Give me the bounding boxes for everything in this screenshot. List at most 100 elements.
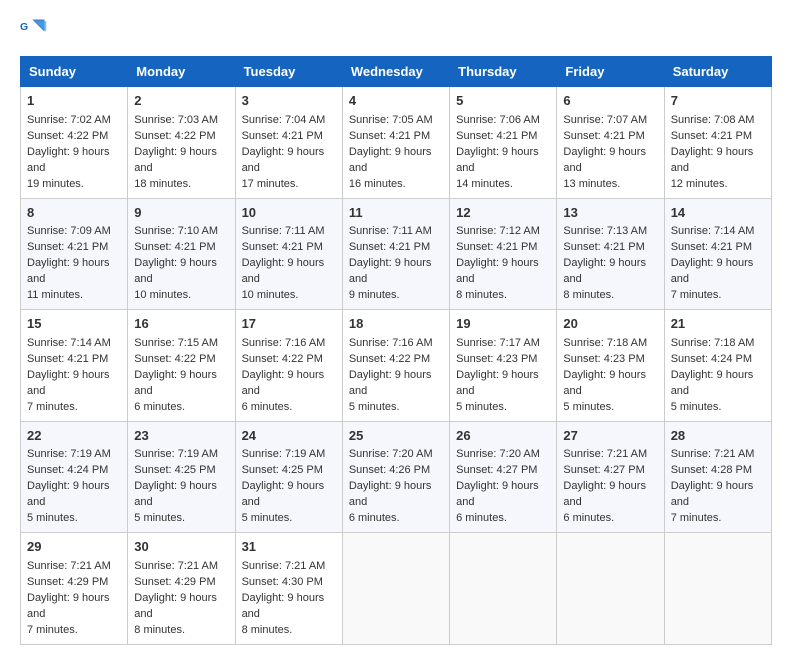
daylight-label: Daylight: 9 hours and6 minutes. — [456, 480, 539, 524]
day-number: 6 — [563, 92, 657, 111]
calendar-cell: 29 Sunrise: 7:21 AM Sunset: 4:29 PM Dayl… — [21, 533, 128, 645]
calendar-cell: 15 Sunrise: 7:14 AM Sunset: 4:21 PM Dayl… — [21, 310, 128, 422]
daylight-label: Daylight: 9 hours and6 minutes. — [242, 369, 325, 413]
day-number: 21 — [671, 315, 765, 334]
daylight-label: Daylight: 9 hours and7 minutes. — [671, 480, 754, 524]
daylight-label: Daylight: 9 hours and8 minutes. — [563, 257, 646, 301]
daylight-label: Daylight: 9 hours and6 minutes. — [349, 480, 432, 524]
sunrise-label: Sunrise: 7:08 AM — [671, 114, 755, 126]
daylight-label: Daylight: 9 hours and14 minutes. — [456, 146, 539, 190]
day-of-week-header: Monday — [128, 57, 235, 87]
day-number: 27 — [563, 427, 657, 446]
calendar-cell: 8 Sunrise: 7:09 AM Sunset: 4:21 PM Dayli… — [21, 198, 128, 310]
sunset-label: Sunset: 4:21 PM — [349, 130, 430, 142]
sunset-label: Sunset: 4:25 PM — [242, 464, 323, 476]
day-number: 24 — [242, 427, 336, 446]
calendar-cell: 6 Sunrise: 7:07 AM Sunset: 4:21 PM Dayli… — [557, 87, 664, 199]
daylight-label: Daylight: 9 hours and7 minutes. — [27, 592, 110, 636]
logo: G — [20, 16, 52, 44]
day-number: 26 — [456, 427, 550, 446]
day-of-week-header: Thursday — [450, 57, 557, 87]
day-of-week-header: Sunday — [21, 57, 128, 87]
sunrise-label: Sunrise: 7:06 AM — [456, 114, 540, 126]
sunrise-label: Sunrise: 7:17 AM — [456, 337, 540, 349]
daylight-label: Daylight: 9 hours and9 minutes. — [349, 257, 432, 301]
day-number: 19 — [456, 315, 550, 334]
day-number: 28 — [671, 427, 765, 446]
calendar-cell: 21 Sunrise: 7:18 AM Sunset: 4:24 PM Dayl… — [664, 310, 771, 422]
daylight-label: Daylight: 9 hours and5 minutes. — [349, 369, 432, 413]
svg-text:G: G — [20, 21, 28, 33]
calendar-cell: 27 Sunrise: 7:21 AM Sunset: 4:27 PM Dayl… — [557, 421, 664, 533]
sunset-label: Sunset: 4:22 PM — [134, 353, 215, 365]
calendar-cell: 5 Sunrise: 7:06 AM Sunset: 4:21 PM Dayli… — [450, 87, 557, 199]
sunset-label: Sunset: 4:22 PM — [349, 353, 430, 365]
calendar-cell: 11 Sunrise: 7:11 AM Sunset: 4:21 PM Dayl… — [342, 198, 449, 310]
day-number: 30 — [134, 538, 228, 557]
sunset-label: Sunset: 4:21 PM — [563, 241, 644, 253]
sunset-label: Sunset: 4:29 PM — [134, 576, 215, 588]
calendar-week-row: 8 Sunrise: 7:09 AM Sunset: 4:21 PM Dayli… — [21, 198, 772, 310]
logo-icon: G — [20, 16, 48, 44]
sunrise-label: Sunrise: 7:19 AM — [242, 448, 326, 460]
sunset-label: Sunset: 4:21 PM — [242, 241, 323, 253]
day-number: 18 — [349, 315, 443, 334]
daylight-label: Daylight: 9 hours and8 minutes. — [242, 592, 325, 636]
calendar-cell: 9 Sunrise: 7:10 AM Sunset: 4:21 PM Dayli… — [128, 198, 235, 310]
sunset-label: Sunset: 4:24 PM — [671, 353, 752, 365]
calendar-cell: 4 Sunrise: 7:05 AM Sunset: 4:21 PM Dayli… — [342, 87, 449, 199]
sunrise-label: Sunrise: 7:20 AM — [349, 448, 433, 460]
sunrise-label: Sunrise: 7:16 AM — [242, 337, 326, 349]
daylight-label: Daylight: 9 hours and5 minutes. — [27, 480, 110, 524]
daylight-label: Daylight: 9 hours and5 minutes. — [563, 369, 646, 413]
sunrise-label: Sunrise: 7:05 AM — [349, 114, 433, 126]
sunrise-label: Sunrise: 7:19 AM — [27, 448, 111, 460]
calendar-cell: 23 Sunrise: 7:19 AM Sunset: 4:25 PM Dayl… — [128, 421, 235, 533]
calendar-cell: 22 Sunrise: 7:19 AM Sunset: 4:24 PM Dayl… — [21, 421, 128, 533]
sunset-label: Sunset: 4:28 PM — [671, 464, 752, 476]
day-number: 12 — [456, 204, 550, 223]
daylight-label: Daylight: 9 hours and17 minutes. — [242, 146, 325, 190]
sunset-label: Sunset: 4:25 PM — [134, 464, 215, 476]
sunrise-label: Sunrise: 7:03 AM — [134, 114, 218, 126]
calendar-cell: 31 Sunrise: 7:21 AM Sunset: 4:30 PM Dayl… — [235, 533, 342, 645]
sunrise-label: Sunrise: 7:13 AM — [563, 225, 647, 237]
day-number: 4 — [349, 92, 443, 111]
sunset-label: Sunset: 4:30 PM — [242, 576, 323, 588]
sunrise-label: Sunrise: 7:14 AM — [671, 225, 755, 237]
daylight-label: Daylight: 9 hours and19 minutes. — [27, 146, 110, 190]
calendar-cell — [450, 533, 557, 645]
calendar-cell: 30 Sunrise: 7:21 AM Sunset: 4:29 PM Dayl… — [128, 533, 235, 645]
day-number: 11 — [349, 204, 443, 223]
sunrise-label: Sunrise: 7:20 AM — [456, 448, 540, 460]
daylight-label: Daylight: 9 hours and5 minutes. — [456, 369, 539, 413]
calendar-week-row: 1 Sunrise: 7:02 AM Sunset: 4:22 PM Dayli… — [21, 87, 772, 199]
sunset-label: Sunset: 4:21 PM — [27, 353, 108, 365]
daylight-label: Daylight: 9 hours and11 minutes. — [27, 257, 110, 301]
sunset-label: Sunset: 4:22 PM — [242, 353, 323, 365]
day-of-week-header: Wednesday — [342, 57, 449, 87]
daylight-label: Daylight: 9 hours and7 minutes. — [671, 257, 754, 301]
sunset-label: Sunset: 4:26 PM — [349, 464, 430, 476]
daylight-label: Daylight: 9 hours and7 minutes. — [27, 369, 110, 413]
daylight-label: Daylight: 9 hours and5 minutes. — [134, 480, 217, 524]
daylight-label: Daylight: 9 hours and5 minutes. — [671, 369, 754, 413]
calendar-table: SundayMondayTuesdayWednesdayThursdayFrid… — [20, 56, 772, 645]
sunrise-label: Sunrise: 7:19 AM — [134, 448, 218, 460]
sunset-label: Sunset: 4:21 PM — [563, 130, 644, 142]
daylight-label: Daylight: 9 hours and6 minutes. — [134, 369, 217, 413]
sunrise-label: Sunrise: 7:21 AM — [671, 448, 755, 460]
daylight-label: Daylight: 9 hours and10 minutes. — [242, 257, 325, 301]
sunrise-label: Sunrise: 7:16 AM — [349, 337, 433, 349]
day-number: 5 — [456, 92, 550, 111]
calendar-cell: 20 Sunrise: 7:18 AM Sunset: 4:23 PM Dayl… — [557, 310, 664, 422]
calendar-cell: 2 Sunrise: 7:03 AM Sunset: 4:22 PM Dayli… — [128, 87, 235, 199]
calendar-cell: 1 Sunrise: 7:02 AM Sunset: 4:22 PM Dayli… — [21, 87, 128, 199]
calendar-cell — [664, 533, 771, 645]
day-number: 10 — [242, 204, 336, 223]
calendar-header-row: SundayMondayTuesdayWednesdayThursdayFrid… — [21, 57, 772, 87]
daylight-label: Daylight: 9 hours and6 minutes. — [563, 480, 646, 524]
calendar-cell: 12 Sunrise: 7:12 AM Sunset: 4:21 PM Dayl… — [450, 198, 557, 310]
sunset-label: Sunset: 4:21 PM — [134, 241, 215, 253]
daylight-label: Daylight: 9 hours and16 minutes. — [349, 146, 432, 190]
